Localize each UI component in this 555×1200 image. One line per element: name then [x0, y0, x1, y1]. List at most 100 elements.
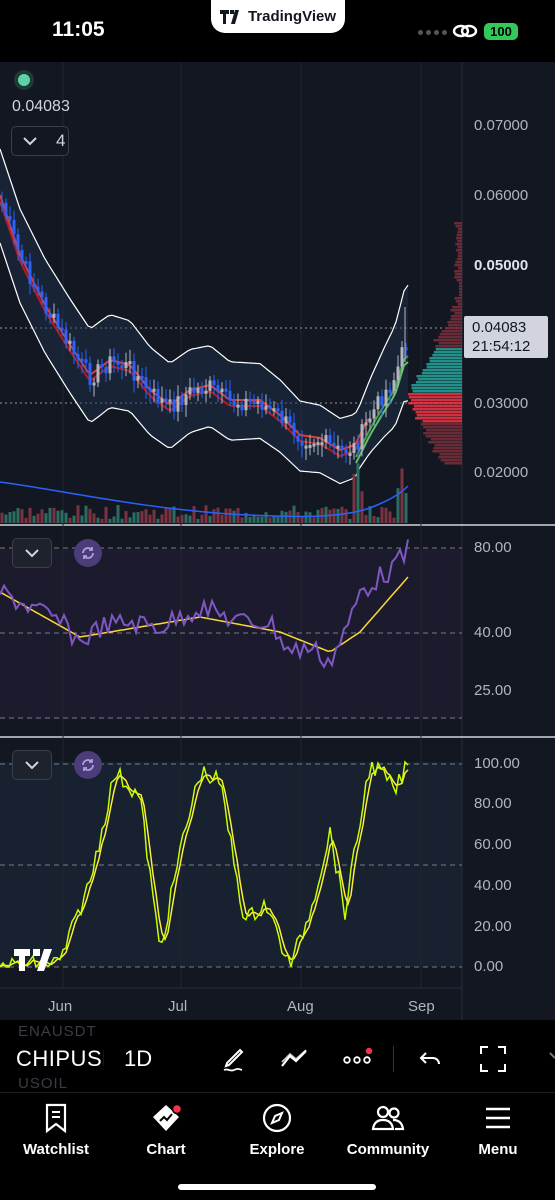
- nav-label: Explore: [249, 1141, 305, 1158]
- volume-bar: [356, 463, 360, 523]
- candle-body: [352, 443, 356, 453]
- volume-bar: [64, 512, 68, 523]
- volume-bar: [376, 517, 380, 523]
- volume-profile-bar: [423, 426, 462, 429]
- candle-body: [332, 442, 336, 446]
- stoch-reload-icon[interactable]: [74, 751, 102, 779]
- volume-profile-bar: [411, 384, 462, 387]
- draw-icon[interactable]: [220, 1044, 250, 1074]
- candle-body: [108, 356, 112, 374]
- volume-bar: [32, 515, 36, 523]
- nav-watchlist[interactable]: Watchlist: [6, 1103, 106, 1158]
- candle-body: [324, 435, 328, 443]
- redo-icon[interactable]: [540, 1044, 555, 1074]
- volume-profile-bar: [422, 420, 462, 423]
- candle-body: [252, 400, 256, 404]
- candle-body: [120, 364, 124, 369]
- rsi-reload-icon[interactable]: [74, 539, 102, 567]
- volume-profile-bar: [410, 399, 462, 402]
- bookmark-icon: [45, 1103, 67, 1133]
- undo-icon[interactable]: [416, 1044, 446, 1074]
- volume-bar: [44, 513, 48, 523]
- volume-profile-bar: [439, 453, 462, 456]
- volume-profile-bar: [438, 456, 462, 459]
- volume-profile-bar: [456, 234, 462, 237]
- volume-profile-bar: [455, 237, 462, 240]
- last-price-value: 0.04083: [472, 319, 527, 336]
- time-axis-label: Sep: [408, 998, 435, 1015]
- volume-profile-bar: [454, 222, 462, 225]
- volume-profile-bar: [412, 408, 462, 411]
- volume-profile-bar: [457, 240, 462, 243]
- volume-profile-bar: [451, 315, 462, 318]
- candle-body: [356, 443, 360, 450]
- volume-profile-bar: [454, 297, 462, 300]
- candle-body: [400, 347, 404, 367]
- rsi-axis-label: 25.00: [474, 682, 512, 699]
- volume-profile-bar: [412, 390, 462, 393]
- indicators-icon[interactable]: [279, 1044, 309, 1074]
- stoch-axis-label: 0.00: [474, 958, 504, 975]
- volume-profile-bar: [444, 462, 462, 465]
- volume-bar: [8, 512, 12, 523]
- candle-body: [312, 443, 316, 447]
- volume-bar: [56, 510, 60, 523]
- chart-area[interactable]: 0.04083 4 0.07000 0.06000 0.05000 0.0300…: [0, 62, 555, 1020]
- volume-profile-bar: [459, 282, 462, 285]
- volume-profile-bar: [452, 306, 462, 309]
- volume-profile-bar: [456, 258, 462, 261]
- status-time: 11:05: [52, 18, 105, 41]
- candle-body: [272, 408, 276, 412]
- price-axis-label: 0.05000: [474, 257, 529, 274]
- volume-profile-bar: [440, 459, 462, 462]
- candle-body: [200, 388, 204, 394]
- tradingview-pill[interactable]: TradingView: [211, 0, 345, 33]
- volume-bar: [256, 516, 260, 523]
- adjacent-symbol[interactable]: ENAUSDT: [18, 1023, 97, 1040]
- candle-body: [388, 389, 392, 393]
- rsi-collapse-button[interactable]: [12, 538, 52, 568]
- candle-body: [180, 396, 184, 405]
- volume-bar: [136, 512, 140, 523]
- signal-icon: [418, 30, 447, 35]
- volume-bar: [296, 511, 300, 523]
- interval-selector[interactable]: 1D: [124, 1046, 152, 1072]
- indicator-collapse-button[interactable]: 4: [11, 126, 69, 156]
- volume-profile-bar: [454, 264, 462, 267]
- candle-body: [84, 359, 88, 363]
- stoch-axis-label: 20.00: [474, 918, 512, 935]
- candle-body: [308, 444, 312, 448]
- volume-bar: [372, 516, 376, 523]
- symbol-selector[interactable]: CHIPUSDT: [16, 1046, 104, 1072]
- volume-bar: [36, 513, 40, 523]
- nav-chart[interactable]: Chart: [116, 1103, 216, 1158]
- volume-bar: [404, 492, 408, 523]
- volume-profile-bar: [429, 357, 462, 360]
- fullscreen-icon[interactable]: [478, 1044, 508, 1074]
- volume-bar: [40, 509, 44, 523]
- volume-bar: [200, 514, 204, 523]
- nav-explore[interactable]: Explore: [227, 1103, 327, 1158]
- candle-body: [48, 313, 52, 318]
- volume-profile-bar: [426, 429, 462, 432]
- volume-bar: [140, 511, 144, 523]
- candle-body: [344, 449, 348, 454]
- volume-profile-bar: [454, 276, 462, 279]
- volume-profile-bar: [456, 279, 462, 282]
- volume-profile-bar: [433, 339, 462, 342]
- volume-bar: [28, 507, 32, 523]
- candle-body: [196, 388, 200, 393]
- adjacent-symbol[interactable]: USOIL: [18, 1075, 68, 1092]
- volume-bar: [300, 516, 304, 523]
- candle-body: [100, 364, 104, 368]
- nav-menu[interactable]: Menu: [448, 1103, 548, 1158]
- volume-profile-bar: [422, 372, 462, 375]
- volume-bar: [4, 514, 8, 523]
- volume-bar: [224, 508, 228, 523]
- volume-profile-bar: [439, 333, 462, 336]
- more-icon[interactable]: [342, 1044, 374, 1074]
- stoch-collapse-button[interactable]: [12, 750, 52, 780]
- volume-profile-bar: [457, 255, 462, 258]
- nav-community[interactable]: Community: [338, 1103, 438, 1158]
- candle-body: [68, 340, 72, 344]
